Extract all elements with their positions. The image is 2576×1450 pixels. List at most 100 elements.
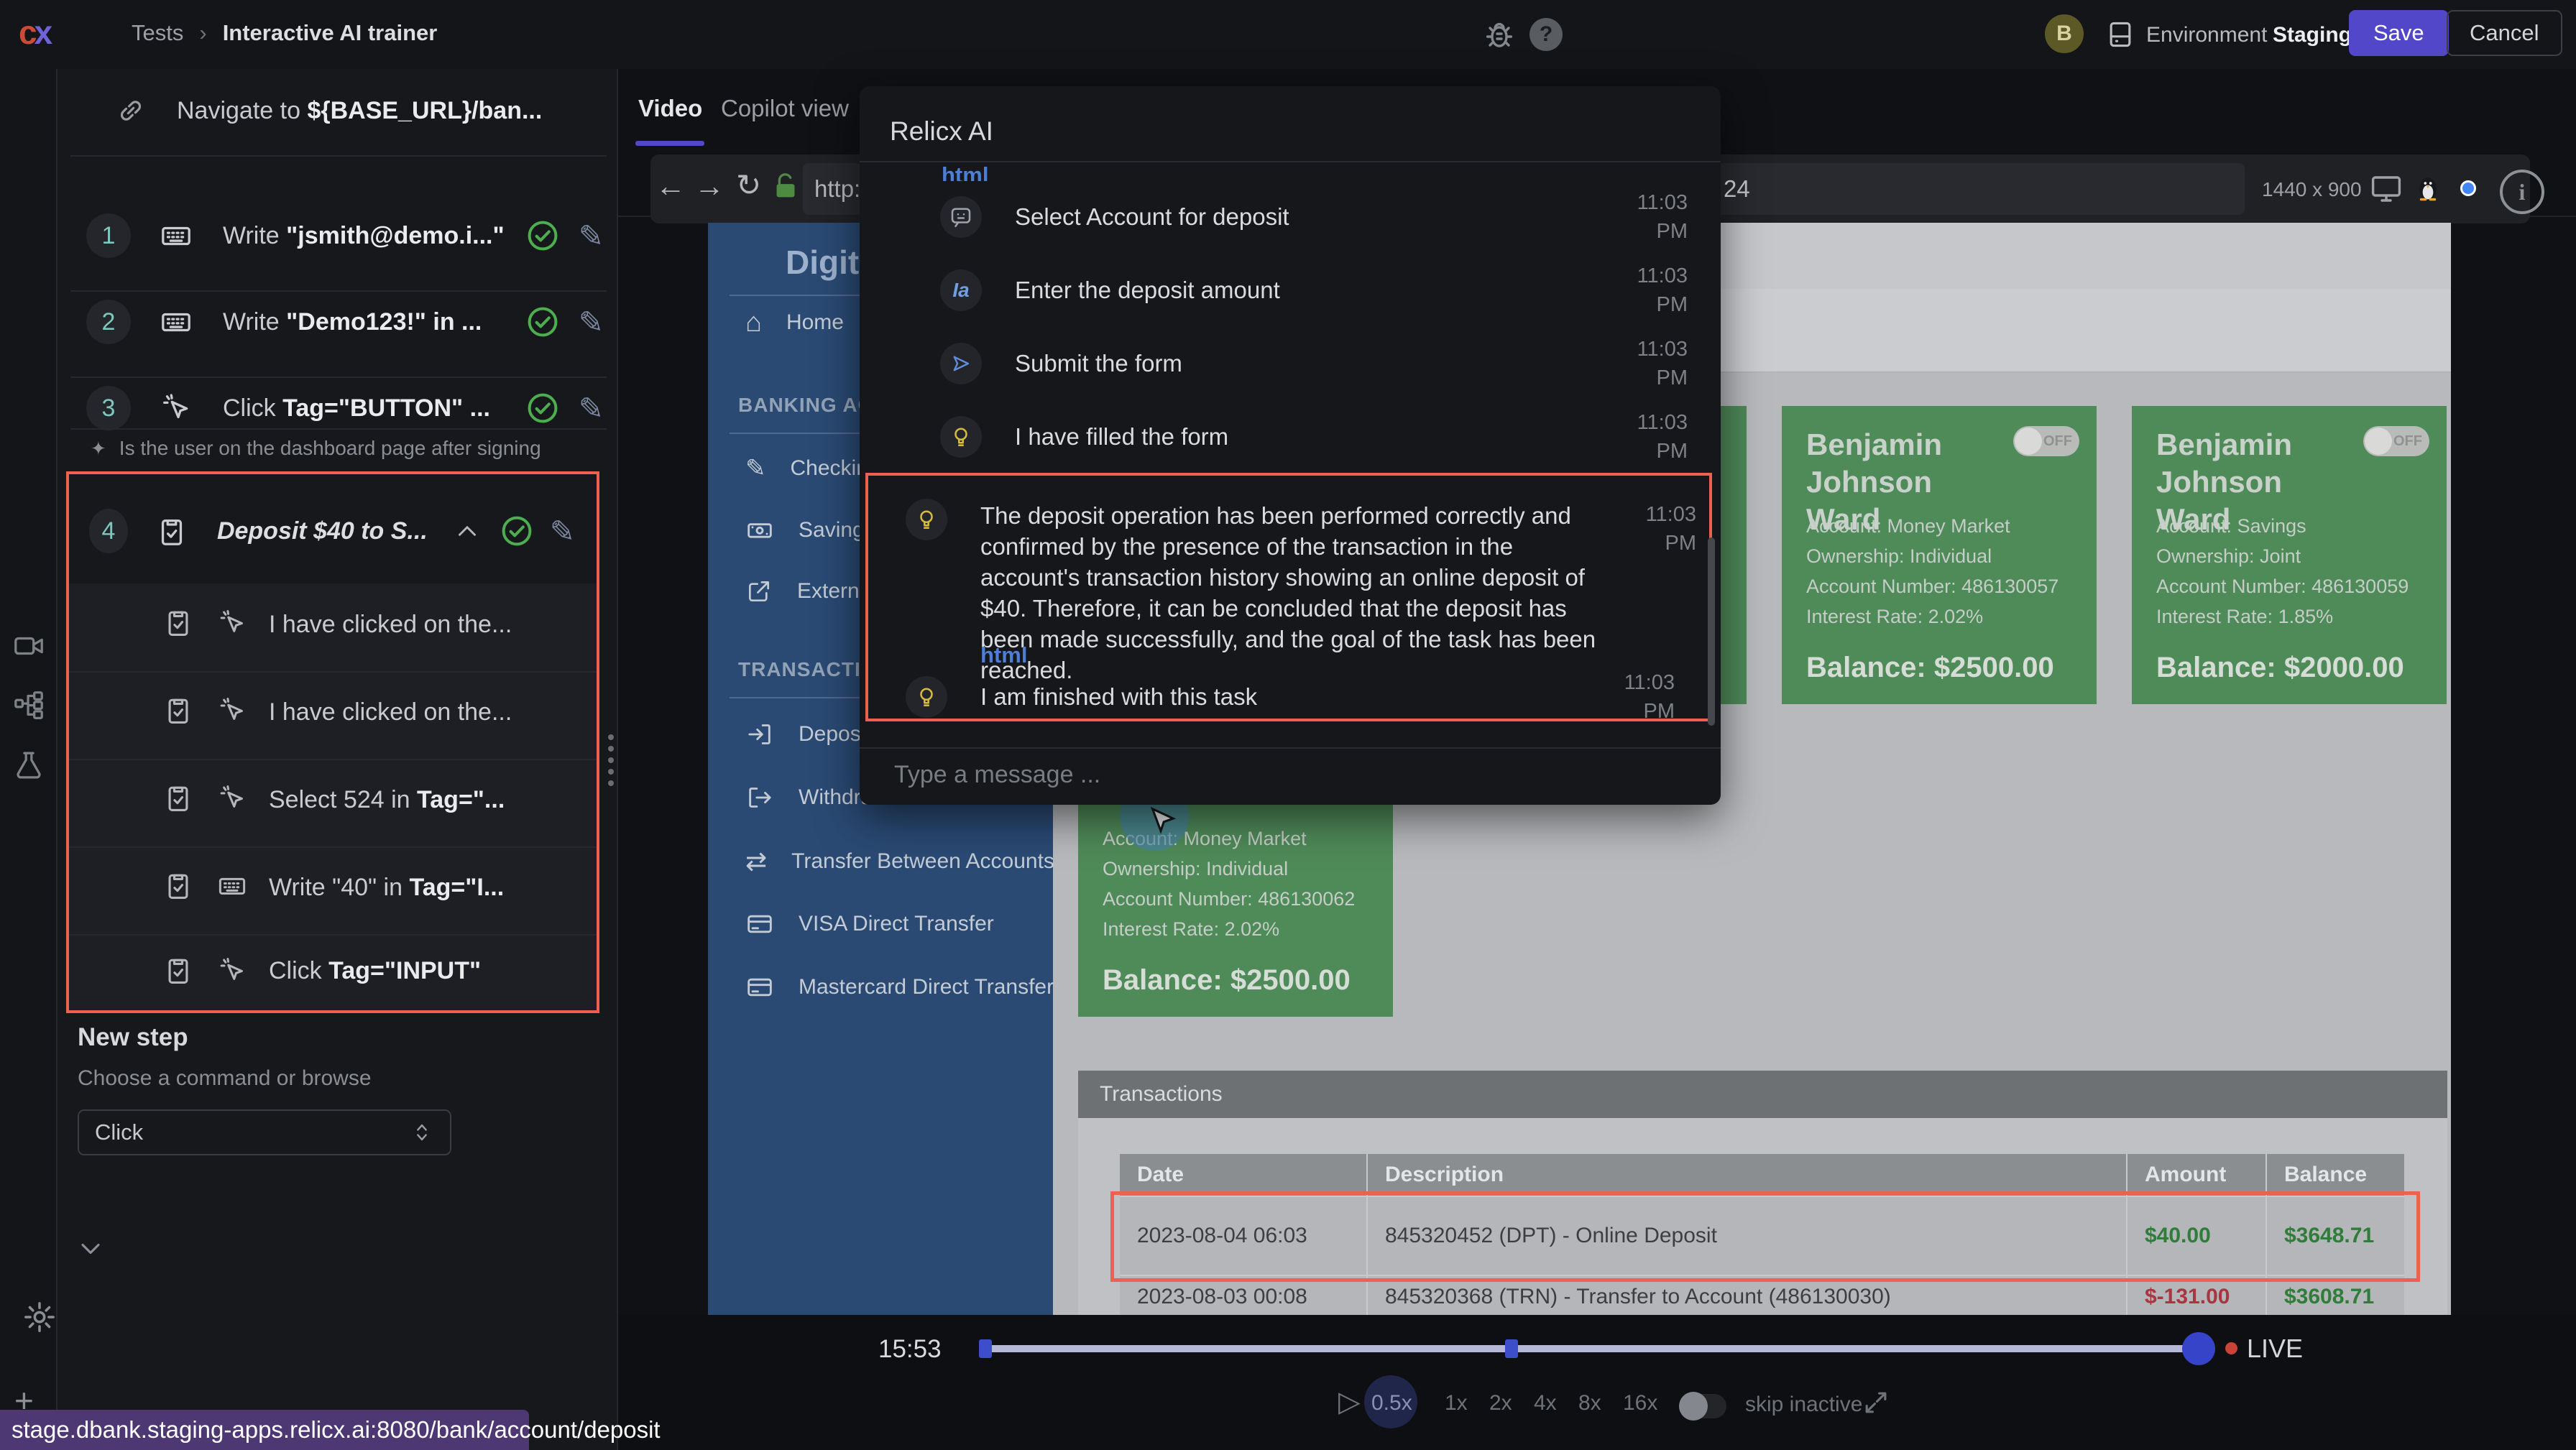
col-description[interactable]: Description	[1366, 1154, 2126, 1196]
check-circle-icon	[525, 391, 560, 425]
new-step-subtitle: Choose a command or browse	[78, 1066, 372, 1091]
edit-pencil-icon[interactable]: ✎	[579, 218, 604, 254]
clipboard-check-icon	[162, 954, 194, 986]
deposit-icon	[745, 720, 774, 749]
timeline-playhead[interactable]	[2182, 1332, 2215, 1365]
back-icon[interactable]: ←	[656, 169, 686, 203]
sidebar-item-savings[interactable]: Savings	[745, 516, 875, 545]
breadcrumb-tests[interactable]: Tests	[132, 20, 183, 46]
step-row-4[interactable]: 4 Deposit $40 to S... ✎	[89, 499, 575, 563]
clipboard-check-icon	[162, 694, 194, 726]
sidebar-item-visa-transfer[interactable]: VISA Direct Transfer	[745, 910, 994, 938]
cell-description: 845320368 (TRN) - Transfer to Account (4…	[1366, 1276, 2126, 1315]
substep-row[interactable]: I have clicked on the...	[69, 671, 597, 759]
save-button[interactable]: Save	[2349, 10, 2449, 56]
speed-4x[interactable]: 4x	[1534, 1391, 1557, 1416]
video-camera-icon[interactable]	[12, 629, 45, 662]
account-card-money-market[interactable]: OFF Benjamin Johnson Ward Account: Money…	[1782, 406, 2097, 704]
cursor-click-icon	[217, 783, 247, 813]
bug-icon[interactable]	[1482, 17, 1517, 52]
card-ownership: Ownership: Individual	[1103, 858, 1288, 880]
step-row-2[interactable]: 2 Write "Demo123!" in ... ✎	[86, 276, 604, 368]
card-toggle-off[interactable]: OFF	[2363, 426, 2429, 456]
url-bar-suffix: 24	[1724, 175, 1750, 203]
table-header-row: Date Description Amount Balance	[1120, 1154, 2404, 1196]
mouse-cursor-icon	[1144, 805, 1177, 838]
sidebar-item-home[interactable]: ⌂ Home	[745, 310, 844, 335]
cursor-click-icon	[160, 392, 193, 425]
assertion-note[interactable]: ✦ Is the user on the dashboard page afte…	[91, 437, 541, 460]
timeline-track[interactable]	[983, 1345, 2198, 1352]
col-amount[interactable]: Amount	[2126, 1154, 2266, 1196]
tab-copilot-view[interactable]: Copilot view	[721, 95, 849, 122]
command-dropdown[interactable]: Click	[78, 1109, 451, 1155]
sidebar-item-transfer[interactable]: ⇄ Transfer Between Accounts	[745, 846, 1054, 877]
substep-row[interactable]: I have clicked on the...	[69, 583, 597, 671]
speed-8x[interactable]: 8x	[1578, 1391, 1601, 1416]
play-icon[interactable]: ▷	[1338, 1385, 1361, 1418]
col-date[interactable]: Date	[1120, 1154, 1366, 1196]
withdraw-icon	[745, 783, 774, 812]
relicx-ai-panel: Relicx AI html Select Account for deposi…	[860, 86, 1721, 805]
cancel-button[interactable]: Cancel	[2447, 10, 2562, 56]
card-balance: Balance: $2500.00	[1806, 652, 2054, 684]
panel-resize-handle[interactable]	[608, 734, 614, 740]
chat-message: Select Account for deposit 11:03PM	[940, 188, 1688, 246]
environment-value[interactable]: Staging	[2273, 23, 2352, 47]
sidebar-item-external[interactable]: External	[745, 578, 876, 605]
card-toggle-off[interactable]: OFF	[2013, 426, 2079, 456]
avatar[interactable]: B	[2045, 14, 2084, 53]
help-icon[interactable]: ?	[1530, 18, 1563, 51]
chevron-down-icon[interactable]	[75, 1233, 106, 1265]
active-tab-indicator	[635, 141, 704, 146]
speed-0.5x[interactable]: 0.5x	[1371, 1391, 1412, 1416]
substep-row[interactable]: Select 524 in Tag="...	[69, 759, 597, 846]
col-balance[interactable]: Balance	[2266, 1154, 2403, 1196]
money-icon	[745, 516, 774, 545]
sidebar-item-deposit[interactable]: Deposit	[745, 720, 872, 749]
edit-pencil-icon[interactable]: ✎	[579, 391, 604, 426]
account-card-savings[interactable]: OFF Benjamin Johnson Ward Account: Savin…	[2132, 406, 2447, 704]
collapse-chevron-icon[interactable]	[452, 516, 482, 546]
html-link-partial[interactable]: html	[942, 162, 988, 181]
speed-16x[interactable]: 16x	[1623, 1391, 1657, 1416]
expand-icon[interactable]	[1860, 1387, 1892, 1418]
speed-1x[interactable]: 1x	[1445, 1391, 1468, 1416]
reload-icon[interactable]: ↻	[736, 167, 761, 203]
breadcrumb: Tests › Interactive AI trainer	[132, 20, 437, 46]
edit-pencil-icon[interactable]: ✎	[550, 514, 575, 549]
cx-logo-icon[interactable]: cx	[19, 13, 50, 52]
divider	[860, 161, 1721, 162]
step-number: 1	[86, 213, 131, 258]
timeline-marker-mid[interactable]	[1505, 1339, 1518, 1358]
shuffle-icon: ⇄	[745, 846, 767, 877]
chat-input[interactable]	[893, 760, 1542, 790]
substep-row[interactable]: Write "40" in Tag="I...	[69, 846, 597, 934]
clipboard-check-icon	[162, 606, 194, 638]
edit-pencil-icon[interactable]: ✎	[579, 305, 604, 340]
step-row-1[interactable]: 1 Write "jsmith@demo.i..." ✎	[86, 190, 604, 282]
forward-icon[interactable]: →	[694, 169, 724, 203]
chat-bubble-icon	[940, 196, 982, 238]
sidebar-item-mastercard-transfer[interactable]: Mastercard Direct Transfer	[745, 973, 1054, 1002]
settings-gear-icon[interactable]	[22, 1299, 58, 1335]
html-link[interactable]: html	[980, 642, 1027, 668]
external-link-icon	[745, 578, 773, 605]
clipboard-check-icon	[162, 869, 194, 901]
substep-row[interactable]: Click Tag="INPUT"	[69, 934, 597, 1010]
timeline-marker-start[interactable]	[979, 1339, 992, 1358]
status-url-bar: stage.dbank.staging-apps.relicx.ai:8080/…	[0, 1410, 529, 1450]
divider	[70, 428, 607, 430]
chat-scrollbar[interactable]	[1708, 537, 1715, 726]
monitor-icon[interactable]	[2369, 171, 2404, 206]
divider	[70, 155, 607, 157]
flask-icon[interactable]	[12, 749, 45, 782]
info-icon[interactable]: i	[2500, 170, 2544, 214]
flow-tree-icon[interactable]	[12, 688, 45, 721]
speed-2x[interactable]: 2x	[1489, 1391, 1512, 1416]
step-navigate[interactable]: Navigate to ${BASE_URL}/ban...	[115, 95, 542, 126]
step-number: 3	[86, 386, 131, 430]
skip-inactive-toggle[interactable]	[1679, 1394, 1726, 1418]
tab-video[interactable]: Video	[638, 95, 702, 122]
transaction-row-highlight	[1110, 1191, 2420, 1282]
